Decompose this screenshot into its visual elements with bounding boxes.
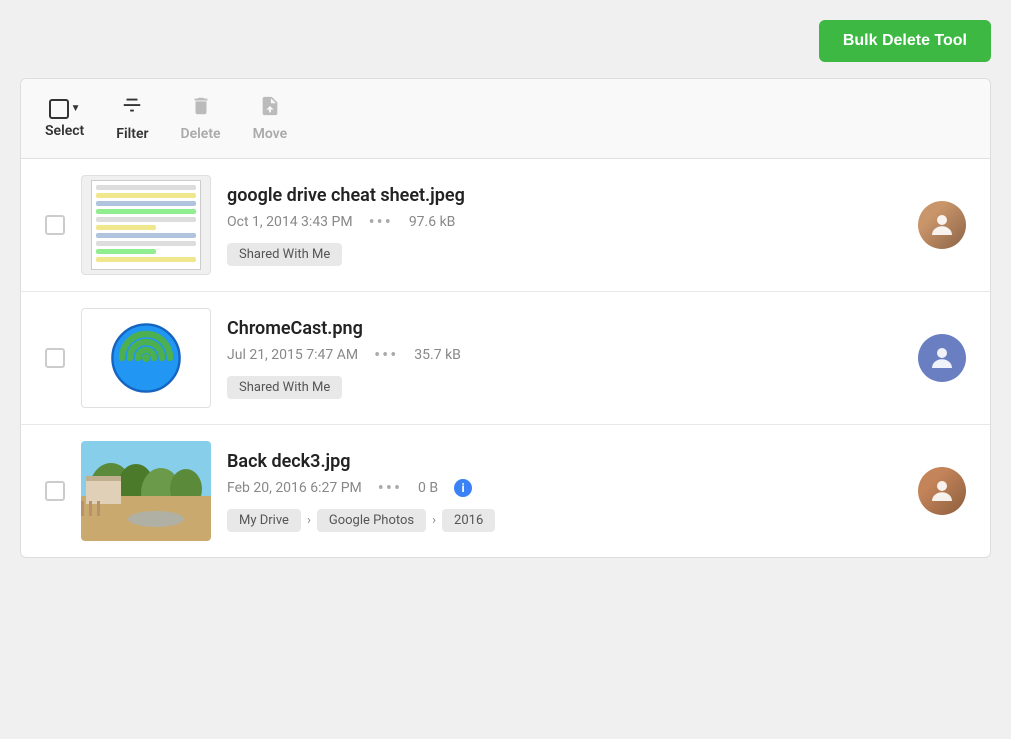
file-name: Back deck3.jpg [227,451,902,472]
file-tags: Shared With Me [227,376,902,399]
avatar [918,201,966,249]
delete-label: Delete [181,126,221,142]
year-tag[interactable]: 2016 [442,509,495,532]
file-tags: My Drive › Google Photos › 2016 [227,509,902,532]
my-drive-tag[interactable]: My Drive [227,509,301,532]
file-date: Oct 1, 2014 3:43 PM [227,214,353,230]
shared-with-me-tag[interactable]: Shared With Me [227,376,342,399]
avatar [918,467,966,515]
toolbar: ▼ Select Filter Delete Move [21,79,990,159]
checkbox-icon [49,99,69,119]
google-photos-tag[interactable]: Google Photos [317,509,426,532]
file-info: google drive cheat sheet.jpeg Oct 1, 201… [227,185,902,266]
move-tool[interactable]: Move [253,95,288,142]
file-row: Back deck3.jpg Feb 20, 2016 6:27 PM ••• … [21,425,990,557]
select-label: Select [45,123,84,139]
select-icon: ▼ [49,99,81,119]
filter-icon [121,95,143,122]
file-thumbnail [81,308,211,408]
select-tool[interactable]: ▼ Select [45,99,84,139]
delete-tool[interactable]: Delete [181,95,221,142]
info-icon[interactable]: i [454,479,472,497]
filter-label: Filter [116,126,148,142]
filter-tool[interactable]: Filter [116,95,148,142]
bulk-delete-button[interactable]: Bulk Delete Tool [819,20,991,62]
move-icon [259,95,281,122]
delete-icon [190,95,212,122]
file-name: google drive cheat sheet.jpeg [227,185,902,206]
file-checkbox[interactable] [45,215,65,235]
file-size: 0 B [418,480,438,496]
dots-menu[interactable]: ••• [374,345,398,366]
file-date: Feb 20, 2016 6:27 PM [227,480,362,496]
dots-menu[interactable]: ••• [369,212,393,233]
move-label: Move [253,126,288,142]
file-thumbnail [81,441,211,541]
file-tags: Shared With Me [227,243,902,266]
breadcrumb-separator: › [432,513,436,528]
file-meta: Jul 21, 2015 7:47 AM ••• 35.7 kB [227,345,902,366]
file-row: ChromeCast.png Jul 21, 2015 7:47 AM ••• … [21,292,990,425]
file-date: Jul 21, 2015 7:47 AM [227,347,358,363]
main-panel: ▼ Select Filter Delete Move [20,78,991,558]
file-row: google drive cheat sheet.jpeg Oct 1, 201… [21,159,990,292]
file-size: 97.6 kB [409,214,456,230]
avatar [918,334,966,382]
file-checkbox[interactable] [45,481,65,501]
shared-with-me-tag[interactable]: Shared With Me [227,243,342,266]
breadcrumb-separator: › [307,513,311,528]
file-meta: Oct 1, 2014 3:43 PM ••• 97.6 kB [227,212,902,233]
dropdown-arrow-icon: ▼ [71,103,81,114]
file-name: ChromeCast.png [227,318,902,339]
dots-menu[interactable]: ••• [378,478,402,499]
file-info: Back deck3.jpg Feb 20, 2016 6:27 PM ••• … [227,451,902,532]
file-thumbnail [81,175,211,275]
file-size: 35.7 kB [414,347,461,363]
file-checkbox[interactable] [45,348,65,368]
file-meta: Feb 20, 2016 6:27 PM ••• 0 B i [227,478,902,499]
file-info: ChromeCast.png Jul 21, 2015 7:47 AM ••• … [227,318,902,399]
